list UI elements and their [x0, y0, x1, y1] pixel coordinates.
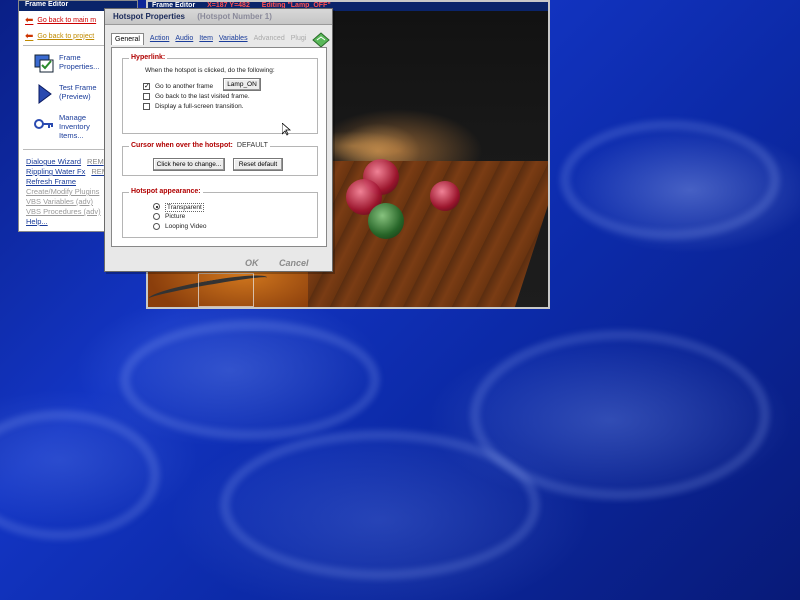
wallpaper-swirl [220, 430, 540, 580]
go-back-label: Go back to the last visited frame. [155, 93, 250, 100]
rippling-water-label: Rippling Water Fx [26, 167, 86, 176]
vbs-variables-label: VBS Variables (adv) [26, 197, 93, 206]
dialogue-wizard-label: Dialogue Wizard [26, 157, 82, 166]
create-modify-plugins-link[interactable]: Create/Modify Plugins [26, 187, 99, 196]
hotspot-appearance-group: Hotspot appearance: Transparent Picture … [122, 188, 318, 238]
go-to-frame-checkbox[interactable]: ✓ [143, 83, 150, 90]
back-to-main-label: Go back to main m [37, 16, 97, 24]
test-frame-item[interactable]: Test Frame (Preview) [33, 83, 103, 105]
vbs-procedures-link[interactable]: VBS Procedures (adv) [26, 207, 101, 216]
looping-video-radio[interactable] [153, 223, 160, 230]
test-frame-label: Test Frame (Preview) [59, 83, 97, 101]
dialogue-wizard-link[interactable]: Dialogue Wizard REM [26, 157, 104, 166]
refresh-frame-link[interactable]: Refresh Frame [26, 177, 76, 186]
picture-label: Picture [165, 213, 186, 220]
general-tab-panel: Hyperlink: When the hotspot is clicked, … [111, 47, 327, 247]
tab-action[interactable]: Action [150, 33, 169, 45]
transition-checkbox[interactable] [143, 103, 150, 110]
rem-tag: REM [87, 157, 104, 166]
frame-properties-icon [34, 54, 54, 73]
tab-plugins: Plugi [290, 35, 307, 42]
glass-ornament [368, 203, 404, 239]
appearance-group-title: Hotspot appearance: [129, 188, 203, 195]
dialog-subtitle: (Hotspot Number 1) [197, 12, 272, 21]
rippling-water-link[interactable]: Rippling Water Fx REM [26, 167, 108, 176]
dialog-tabs: General Action Audio Item Variables Adva… [111, 33, 306, 45]
back-arrow-icon: ⬅ [25, 14, 34, 26]
frame-properties-item[interactable]: Frame Properties... [33, 53, 107, 75]
go-to-frame-label: Go to another frame [155, 83, 214, 90]
play-triangle-icon [38, 84, 52, 104]
manage-inventory-label: Manage Inventory Items... [59, 113, 90, 140]
cursor-group: Cursor when over the hotspot: DEFAULT Cli… [122, 142, 318, 176]
cursor-group-label: Cursor when over the hotspot: [131, 142, 233, 149]
transparent-label: Transparent [165, 203, 204, 212]
change-cursor-button[interactable]: Click here to change... [153, 158, 225, 171]
back-to-project-link[interactable]: ⬅ Go back to project [25, 30, 94, 42]
reset-default-button[interactable]: Reset default [233, 158, 283, 171]
looping-video-label: Looping Video [165, 223, 207, 230]
hyperlink-group-title: Hyperlink: [129, 54, 168, 61]
tab-item[interactable]: Item [199, 33, 213, 45]
help-label: Help... [26, 217, 48, 226]
manage-inventory-item[interactable]: Manage Inventory Items... [33, 113, 99, 140]
hotspot-region[interactable] [198, 273, 254, 307]
cursor-group-title: Cursor when over the hotspot: DEFAULT [129, 142, 270, 149]
target-frame-button[interactable]: Lamp_ON [223, 78, 261, 91]
ok-button[interactable]: OK [245, 258, 259, 268]
go-back-checkbox[interactable] [143, 93, 150, 100]
tab-general[interactable]: General [111, 33, 144, 45]
back-to-project-label: Go back to project [37, 32, 95, 40]
hyperlink-instruction: When the hotspot is clicked, do the foll… [145, 67, 275, 74]
tab-variables[interactable]: Variables [219, 33, 248, 45]
cursor-value: DEFAULT [236, 142, 268, 149]
vbs-procedures-label: VBS Procedures (adv) [26, 207, 101, 216]
back-to-main-link[interactable]: ⬅ Go back to main m [25, 14, 96, 26]
keys-icon [34, 119, 53, 129]
mouse-pointer-icon [282, 123, 291, 136]
vbs-variables-link[interactable]: VBS Variables (adv) [26, 197, 93, 206]
hotspot-properties-dialog: Hotspot Properties (Hotspot Number 1) Ge… [104, 8, 333, 272]
wallpaper-swirl [0, 410, 160, 540]
transition-label: Display a full-screen transition. [155, 103, 244, 110]
glass-ornament [430, 181, 460, 211]
back-arrow-icon: ⬅ [25, 30, 34, 42]
dialog-title: Hotspot Properties [113, 12, 186, 21]
dialog-titlebar: Hotspot Properties (Hotspot Number 1) [105, 9, 332, 25]
picture-radio[interactable] [153, 213, 160, 220]
refresh-frame-label: Refresh Frame [26, 177, 77, 186]
tab-advanced: Advanced [253, 35, 285, 42]
transparent-radio[interactable] [153, 203, 160, 210]
create-modify-plugins-label: Create/Modify Plugins [26, 187, 100, 196]
wallpaper-swirl [560, 120, 780, 240]
help-link[interactable]: Help... [26, 217, 48, 226]
cancel-button[interactable]: Cancel [279, 258, 309, 268]
wallpaper-swirl [120, 320, 380, 440]
frame-properties-label: Frame Properties... [59, 53, 100, 71]
tab-audio[interactable]: Audio [175, 33, 193, 45]
